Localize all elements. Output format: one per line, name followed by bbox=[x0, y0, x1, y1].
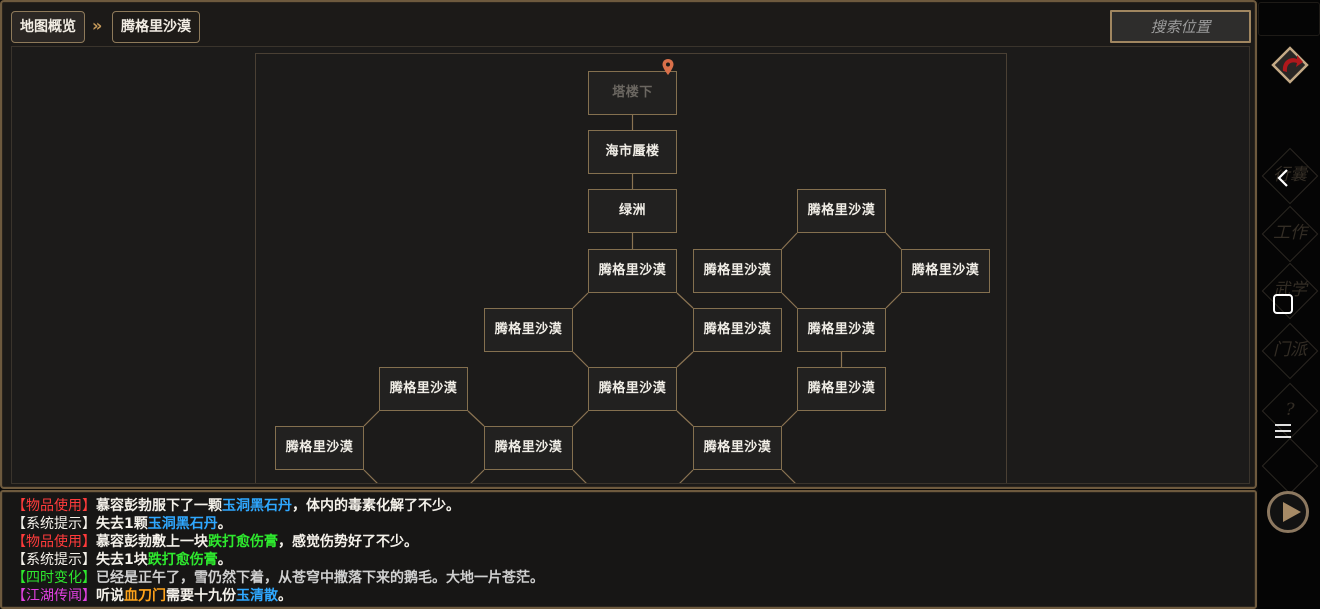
log-text: 需要十九份 bbox=[166, 588, 236, 604]
map-panel: 地图概览 » 腾格里沙漠 塔楼下海市蜃楼绿洲腾格里沙漠腾格里沙漠腾格里沙漠腾格里… bbox=[0, 0, 1257, 489]
log-text: 已经是正午了，雪仍然下着，从苍穹中撒落下来的鹅毛。大地一片苍茫。 bbox=[96, 570, 544, 586]
play-button[interactable] bbox=[1267, 491, 1309, 533]
map-node[interactable]: 腾格里沙漠 bbox=[693, 426, 782, 470]
sidebar-item-label: 门派 bbox=[1273, 340, 1307, 360]
log-text: 听说 bbox=[96, 588, 124, 604]
map-connection bbox=[679, 469, 694, 483]
log-text: ，感觉伤势好了不少。 bbox=[278, 534, 418, 550]
map-connection bbox=[781, 232, 798, 250]
map-connection bbox=[781, 410, 798, 427]
map-node[interactable]: 腾格里沙漠 bbox=[379, 367, 468, 411]
log-tag: 【物品使用】 bbox=[12, 498, 96, 514]
log-line: 【物品使用】慕容彭勃敷上一块跌打愈伤膏，感觉伤势好了不少。 bbox=[12, 533, 1245, 551]
map-connection bbox=[470, 469, 485, 483]
map-connection bbox=[676, 292, 694, 309]
map-node[interactable]: 绿洲 bbox=[588, 189, 677, 233]
map-header: 地图概览 » 腾格里沙漠 bbox=[2, 2, 1255, 46]
log-text: 失去1块 bbox=[96, 552, 148, 568]
breadcrumb-map-overview[interactable]: 地图概览 bbox=[11, 11, 85, 43]
map-node[interactable]: 腾格里沙漠 bbox=[693, 249, 782, 293]
map-connection bbox=[676, 351, 694, 368]
log-text: ，体内的毒素化解了不少。 bbox=[292, 498, 460, 514]
map-connection bbox=[467, 410, 485, 427]
log-text: 玉洞黑石丹 bbox=[222, 498, 292, 514]
home-icon[interactable] bbox=[1273, 294, 1293, 314]
map-connection bbox=[781, 469, 796, 483]
menu-icon[interactable] bbox=[1274, 423, 1292, 439]
sidebar-item-label: 工作 bbox=[1273, 223, 1307, 243]
log-text: 玉清散 bbox=[236, 588, 278, 604]
map-connection bbox=[885, 292, 902, 309]
map-node[interactable]: 腾格里沙漠 bbox=[797, 308, 886, 352]
map-connection bbox=[781, 292, 798, 309]
map-connection bbox=[363, 469, 378, 483]
map-connection bbox=[363, 410, 380, 427]
search-location-input[interactable] bbox=[1110, 10, 1251, 43]
map-connection bbox=[885, 232, 902, 250]
location-pin-icon bbox=[662, 59, 674, 75]
log-text: 。 bbox=[217, 552, 232, 568]
map-connection bbox=[572, 410, 589, 427]
log-text: 慕容彭勃服下了一颗 bbox=[96, 498, 222, 514]
breadcrumb-separator-icon: » bbox=[92, 16, 102, 35]
map-node[interactable]: 腾格里沙漠 bbox=[797, 367, 886, 411]
log-text: 。 bbox=[278, 588, 292, 604]
log-text: 。 bbox=[217, 516, 232, 532]
settings-icon bbox=[1261, 437, 1319, 495]
log-line: 【物品使用】慕容彭勃服下了一颗玉洞黑石丹，体内的毒素化解了不少。 bbox=[12, 497, 1245, 515]
map-node[interactable]: 腾格里沙漠 bbox=[693, 308, 782, 352]
log-tag: 【系统提示】 bbox=[12, 516, 96, 532]
map-node[interactable]: 腾格里沙漠 bbox=[797, 189, 886, 233]
action-icon[interactable] bbox=[1270, 45, 1310, 85]
map-node[interactable]: 塔楼下 bbox=[588, 71, 677, 115]
log-text: 跌打愈伤膏 bbox=[147, 552, 218, 568]
map-connection bbox=[572, 351, 589, 368]
log-tag: 【四时变化】 bbox=[12, 570, 96, 586]
log-text: 失去1颗 bbox=[96, 516, 148, 532]
map-node[interactable]: 海市蜃楼 bbox=[588, 130, 677, 174]
map-connection bbox=[572, 292, 589, 309]
back-icon[interactable] bbox=[1272, 164, 1296, 192]
log-tag: 【系统提示】 bbox=[12, 552, 96, 568]
map-canvas[interactable]: 塔楼下 海市蜃楼 绿洲 腾格里沙漠 腾格里沙漠 腾格里沙漠 腾格里沙漠 腾格里沙漠 腾格里沙漠腾… bbox=[11, 46, 1250, 484]
log-line: 【系统提示】失去1块跌打愈伤膏。 bbox=[12, 551, 1245, 569]
map-node[interactable]: 腾格里沙漠 bbox=[901, 249, 990, 293]
sidebar-item-label: ? bbox=[1285, 400, 1295, 420]
message-log[interactable]: 【物品使用】慕容彭勃服下了一颗玉洞黑石丹，体内的毒素化解了不少。 【系统提示】失去… bbox=[0, 490, 1257, 609]
log-line: 【系统提示】失去1颗玉洞黑石丹。 bbox=[12, 515, 1245, 533]
log-line: 【江湖传闻】听说血刀门需要十九份玉清散。 bbox=[12, 587, 1245, 605]
log-text: 慕容彭勃敷上一块 bbox=[96, 534, 208, 550]
map-node[interactable]: 腾格里沙漠 bbox=[484, 426, 573, 470]
map-node[interactable]: 腾格里沙漠 bbox=[588, 367, 677, 411]
log-text: 跌打愈伤膏 bbox=[208, 534, 278, 550]
log-text: 玉洞黑石丹 bbox=[147, 516, 218, 532]
log-line: 【四时变化】已经是正午了，雪仍然下着，从苍穹中撒落下来的鹅毛。大地一片苍茫。 bbox=[12, 569, 1245, 587]
map-connection bbox=[572, 469, 587, 483]
map-connection bbox=[676, 410, 694, 427]
side-tab bbox=[1258, 2, 1320, 36]
log-tag: 【江湖传闻】 bbox=[12, 588, 96, 604]
map-node[interactable]: 腾格里沙漠 bbox=[275, 426, 364, 470]
map-node[interactable]: 腾格里沙漠 bbox=[484, 308, 573, 352]
breadcrumb-current-area[interactable]: 腾格里沙漠 bbox=[112, 11, 200, 43]
map-node[interactable]: 腾格里沙漠 bbox=[588, 249, 677, 293]
log-tag: 【物品使用】 bbox=[12, 534, 96, 550]
log-text: 血刀门 bbox=[124, 588, 166, 604]
